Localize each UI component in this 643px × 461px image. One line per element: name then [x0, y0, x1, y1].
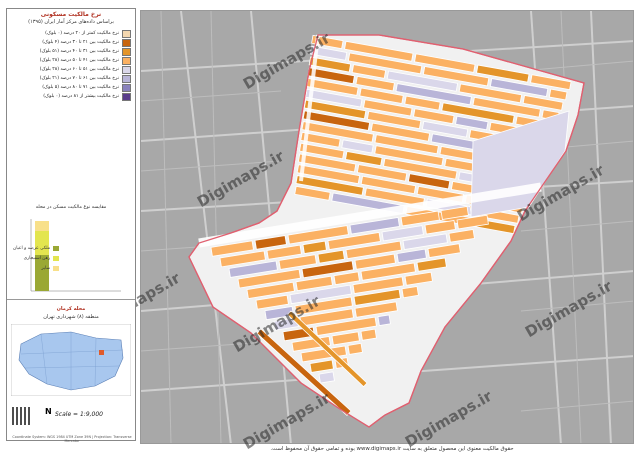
- bar-legend-label: رهن استیجاری: [23, 255, 51, 261]
- legend-swatch: [122, 38, 131, 47]
- bar-legend-item: ملکی عرصه و اعیان: [13, 243, 60, 253]
- bar-legend-label: ملکی عرصه و اعیان: [13, 245, 51, 251]
- qr-code: [12, 407, 30, 425]
- legend-swatch: [122, 29, 131, 38]
- city-block[interactable]: [401, 285, 419, 299]
- legend-items: نرخ مالکیت کمتر از ۲۰ درصد (۰ بلوک) نرخ م…: [11, 29, 131, 101]
- map-canvas[interactable]: [141, 11, 634, 444]
- legend-label: نرخ مالکیت بین ۶۱ تا ۷۰ درصد (۲۱ بلوک): [39, 76, 119, 81]
- bar-legend-item: رهن استیجاری: [13, 253, 60, 263]
- study-location-marker: [99, 350, 104, 355]
- legend-label: نرخ مالکیت بین ۵۱ تا ۶۰ درصد (۲۸ بلوک): [39, 67, 119, 72]
- legend-divider: [7, 299, 135, 300]
- legend-swatch: [122, 56, 131, 65]
- city-block[interactable]: [347, 342, 363, 355]
- map-sheet: Digimaps.ir Digimaps.ir Digimaps.ir Digi…: [0, 0, 643, 461]
- legend-swatch: [122, 74, 131, 83]
- legend-item: نرخ مالکیت بین ۵۱ تا ۶۰ درصد (۲۸ بلوک): [11, 65, 131, 74]
- legend-label: نرخ مالکیت کمتر از ۲۰ درصد (۰ بلوک): [45, 31, 119, 36]
- city-block[interactable]: [377, 314, 391, 327]
- legend-label: نرخ مالکیت بین ۲۱ تا ۳۰ درصد (۴ بلوک): [42, 40, 119, 45]
- legend-item: نرخ مالکیت بین ۳۱ تا ۴۰ درصد (۵۱ بلوک): [11, 47, 131, 56]
- legend-swatch: [122, 83, 131, 92]
- coordinate-credit: Coordinate System: WGS 1984 UTM Zone 39N…: [12, 435, 132, 443]
- bar-legend-swatch: [53, 255, 60, 261]
- legend-subtitle: براساس داده‌های مرکز آمار ایران (۱۳۹۵): [28, 19, 114, 25]
- map-frame[interactable]: [140, 10, 634, 444]
- scale-text: Scale = 1:9,000: [55, 411, 103, 418]
- city-block[interactable]: [318, 371, 335, 384]
- locator-map: [11, 324, 131, 396]
- legend-item: نرخ مالکیت بین ۶۱ تا ۷۰ درصد (۲۱ بلوک): [11, 74, 131, 83]
- legend-item: نرخ مالکیت بین ۴۱ تا ۵۰ درصد (۲۸ بلوک): [11, 56, 131, 65]
- legend-item: نرخ مالکیت کمتر از ۲۰ درصد (۰ بلوک): [11, 29, 131, 38]
- legend-swatch: [122, 65, 131, 74]
- city-block[interactable]: [360, 328, 377, 341]
- legend-item: نرخ مالکیت بین ۲۱ تا ۳۰ درصد (۴ بلوک): [11, 38, 131, 47]
- legend-swatch: [122, 47, 131, 56]
- bar-legend-item: سایر: [13, 263, 60, 273]
- legend-title: نرخ مالکیت مسکونی: [40, 11, 102, 18]
- legend-item: نرخ مالکیت بین ۷۱ تا ۸۰ درصد (۵ بلوک): [11, 83, 131, 92]
- legend-label: نرخ مالکیت بین ۷۱ تا ۸۰ درصد (۵ بلوک): [42, 85, 119, 90]
- legend-swatch: [122, 92, 131, 101]
- bar-chart-title: مقایسه نوع مالکیت مسکن در محله: [35, 205, 107, 210]
- neighborhood-name: محله کرمان: [56, 306, 86, 312]
- legend-label: نرخ مالکیت بیشتر از ۸۱ درصد (۰ بلوک): [43, 94, 119, 99]
- bar-other: [35, 221, 49, 231]
- bar-legend-label: سایر: [41, 265, 51, 271]
- legend-label: نرخ مالکیت بین ۴۱ تا ۵۰ درصد (۲۸ بلوک): [39, 58, 119, 63]
- legend-item: نرخ مالکیت بیشتر از ۸۱ درصد (۰ بلوک): [11, 92, 131, 101]
- bar-legend-swatch: [53, 245, 60, 251]
- copyright-footer: حقوق مالکیت معنوی این محصول متعلق به سای…: [270, 446, 514, 452]
- legend-panel: نرخ مالکیت مسکونی براساس داده‌های مرکز آ…: [6, 8, 136, 443]
- district-name: منطقه (۸) شهرداری تهران: [43, 314, 99, 320]
- legend-label: نرخ مالکیت بین ۳۱ تا ۴۰ درصد (۵۱ بلوک): [39, 49, 119, 54]
- bar-legend: ملکی عرصه و اعیان رهن استیجاری سایر: [13, 243, 60, 273]
- north-arrow: N: [45, 407, 52, 416]
- bar-legend-swatch: [53, 265, 60, 271]
